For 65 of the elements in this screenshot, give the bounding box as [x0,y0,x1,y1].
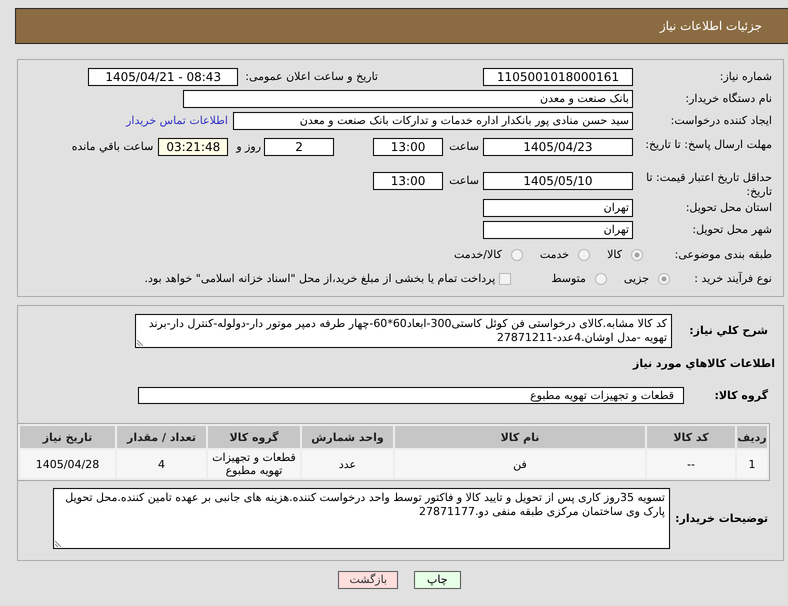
buyer-notes-text-area[interactable]: تسویه 35روز کاری پس از تحویل و تایید کالا و فاکتور توسط واحد درخواست کننده.هزینه های جانبی بر عهده تامین کننده.محل تحویل پارک وی ساختمان مرکزی طبقه منفی دو.27871177 [53,488,670,549]
summary-label: شرح کلي نیاز: [689,323,768,339]
field-label: شهر محل تحویل: [692,222,772,238]
column-header: تاریخ نیاز [20,426,115,448]
days-left-field[interactable]: 2 [264,138,334,156]
radio-button[interactable] [631,249,643,261]
print-button[interactable]: چاپ [414,571,461,589]
field-label: نام دستگاه خریدار: [685,91,772,107]
contact-info-link[interactable]: اطلاعات تماس خریدار [126,112,228,130]
days-label: روز و [236,139,262,155]
buyer-notes-label: توضیحات خریدار: [675,510,768,526]
radio-label: خدمت [540,247,570,263]
time-left-field[interactable]: 03:21:48 [158,138,228,156]
table-cell: 1405/04/28 [20,450,115,478]
column-header: ردیف [737,426,767,448]
checkbox[interactable] [499,273,512,285]
time-label: ساعت [449,139,479,155]
city-field[interactable]: تهران [483,221,633,239]
field-label: حداقل تاریخ اعتبار قیمت: تا تاریخ: [645,171,772,199]
radio-button[interactable] [510,249,523,261]
field-label: تاریخ و ساعت اعلان عمومی: [245,69,378,85]
province-field[interactable]: تهران [483,199,633,217]
column-header: گروه کالا [208,426,300,448]
checkbox-label: پرداخت تمام یا بخشی از مبلغ خرید،از محل "اسناد خزانه اسلامی" خواهد بود. [144,271,496,287]
deadline-date-field[interactable]: 1405/04/23 [483,138,633,156]
field-label: استان محل تحویل: [686,200,772,216]
radio-button[interactable] [658,273,670,285]
goods-group-field[interactable]: قطعات و تجهیزات تهویه مطبوع [138,387,684,404]
field-label: مهلت ارسال پاسخ: تا تاریخ: [645,138,772,152]
table-cell: 1 [737,450,767,478]
radio-label: متوسط [551,271,586,287]
buyer-name-field[interactable]: بانک صنعت و معدن [183,90,633,108]
radio-label: جزیی [624,271,649,287]
column-header: واحد شمارش [302,426,393,448]
radio-label: کالا/خدمت [454,247,502,263]
radio-button[interactable] [578,249,590,261]
section-heading: اطلاعات کالاهاي مورد نیاز [632,357,776,371]
summary-text-area[interactable]: کد کالا مشابه.کالای درخواستی فن کوئل کاستی300-ابعاد60*60-چهار طرفه دمپر موتور دار-دولوله-کنترل دار-برند تهویه -مدل اوشان.4عدد-27871211 [135,314,672,348]
column-header: نام کالا [395,426,645,448]
deadline-time-field[interactable]: 13:00 [373,138,444,156]
table-cell: فن [395,450,645,478]
column-header: کد کالا [647,426,735,448]
table-cell: عدد [302,450,393,478]
time-left-label: ساعت باقي مانده [72,139,154,155]
field-label: شماره نیاز: [720,69,772,85]
radio-label: کالا [607,247,622,263]
page-title: جزئیات اطلاعات نیاز [660,19,762,33]
validity-date-field[interactable]: 1405/05/10 [483,172,633,190]
time-label: ساعت [449,173,479,189]
announce-date-field[interactable]: 1405/04/21 - 08:43 [88,68,238,86]
group-label: گروه کالا: [714,388,768,404]
radio-button[interactable] [594,273,607,285]
need-number-field[interactable]: 1105001018000161 [483,68,633,86]
requester-field[interactable]: سید حسن منادی پور بانکدار اداره خدمات و تدارکات بانک صنعت و معدن [233,112,633,130]
table-cell: 4 [117,450,206,478]
back-button[interactable]: بازگشت [338,571,398,589]
field-label: طبقه بندی موضوعی: [674,247,772,263]
table-cell: قطعات و تجهیزات تهویه مطبوع [208,450,300,478]
resize-grip-icon[interactable] [137,338,145,346]
field-label: ایجاد کننده درخواست: [670,113,772,129]
validity-time-field[interactable]: 13:00 [373,172,444,190]
resize-grip-icon[interactable] [55,539,63,547]
column-header: تعداد / مقدار [117,426,206,448]
table-cell: -- [647,450,735,478]
field-label: نوع فرآیند خرید : [694,271,772,287]
